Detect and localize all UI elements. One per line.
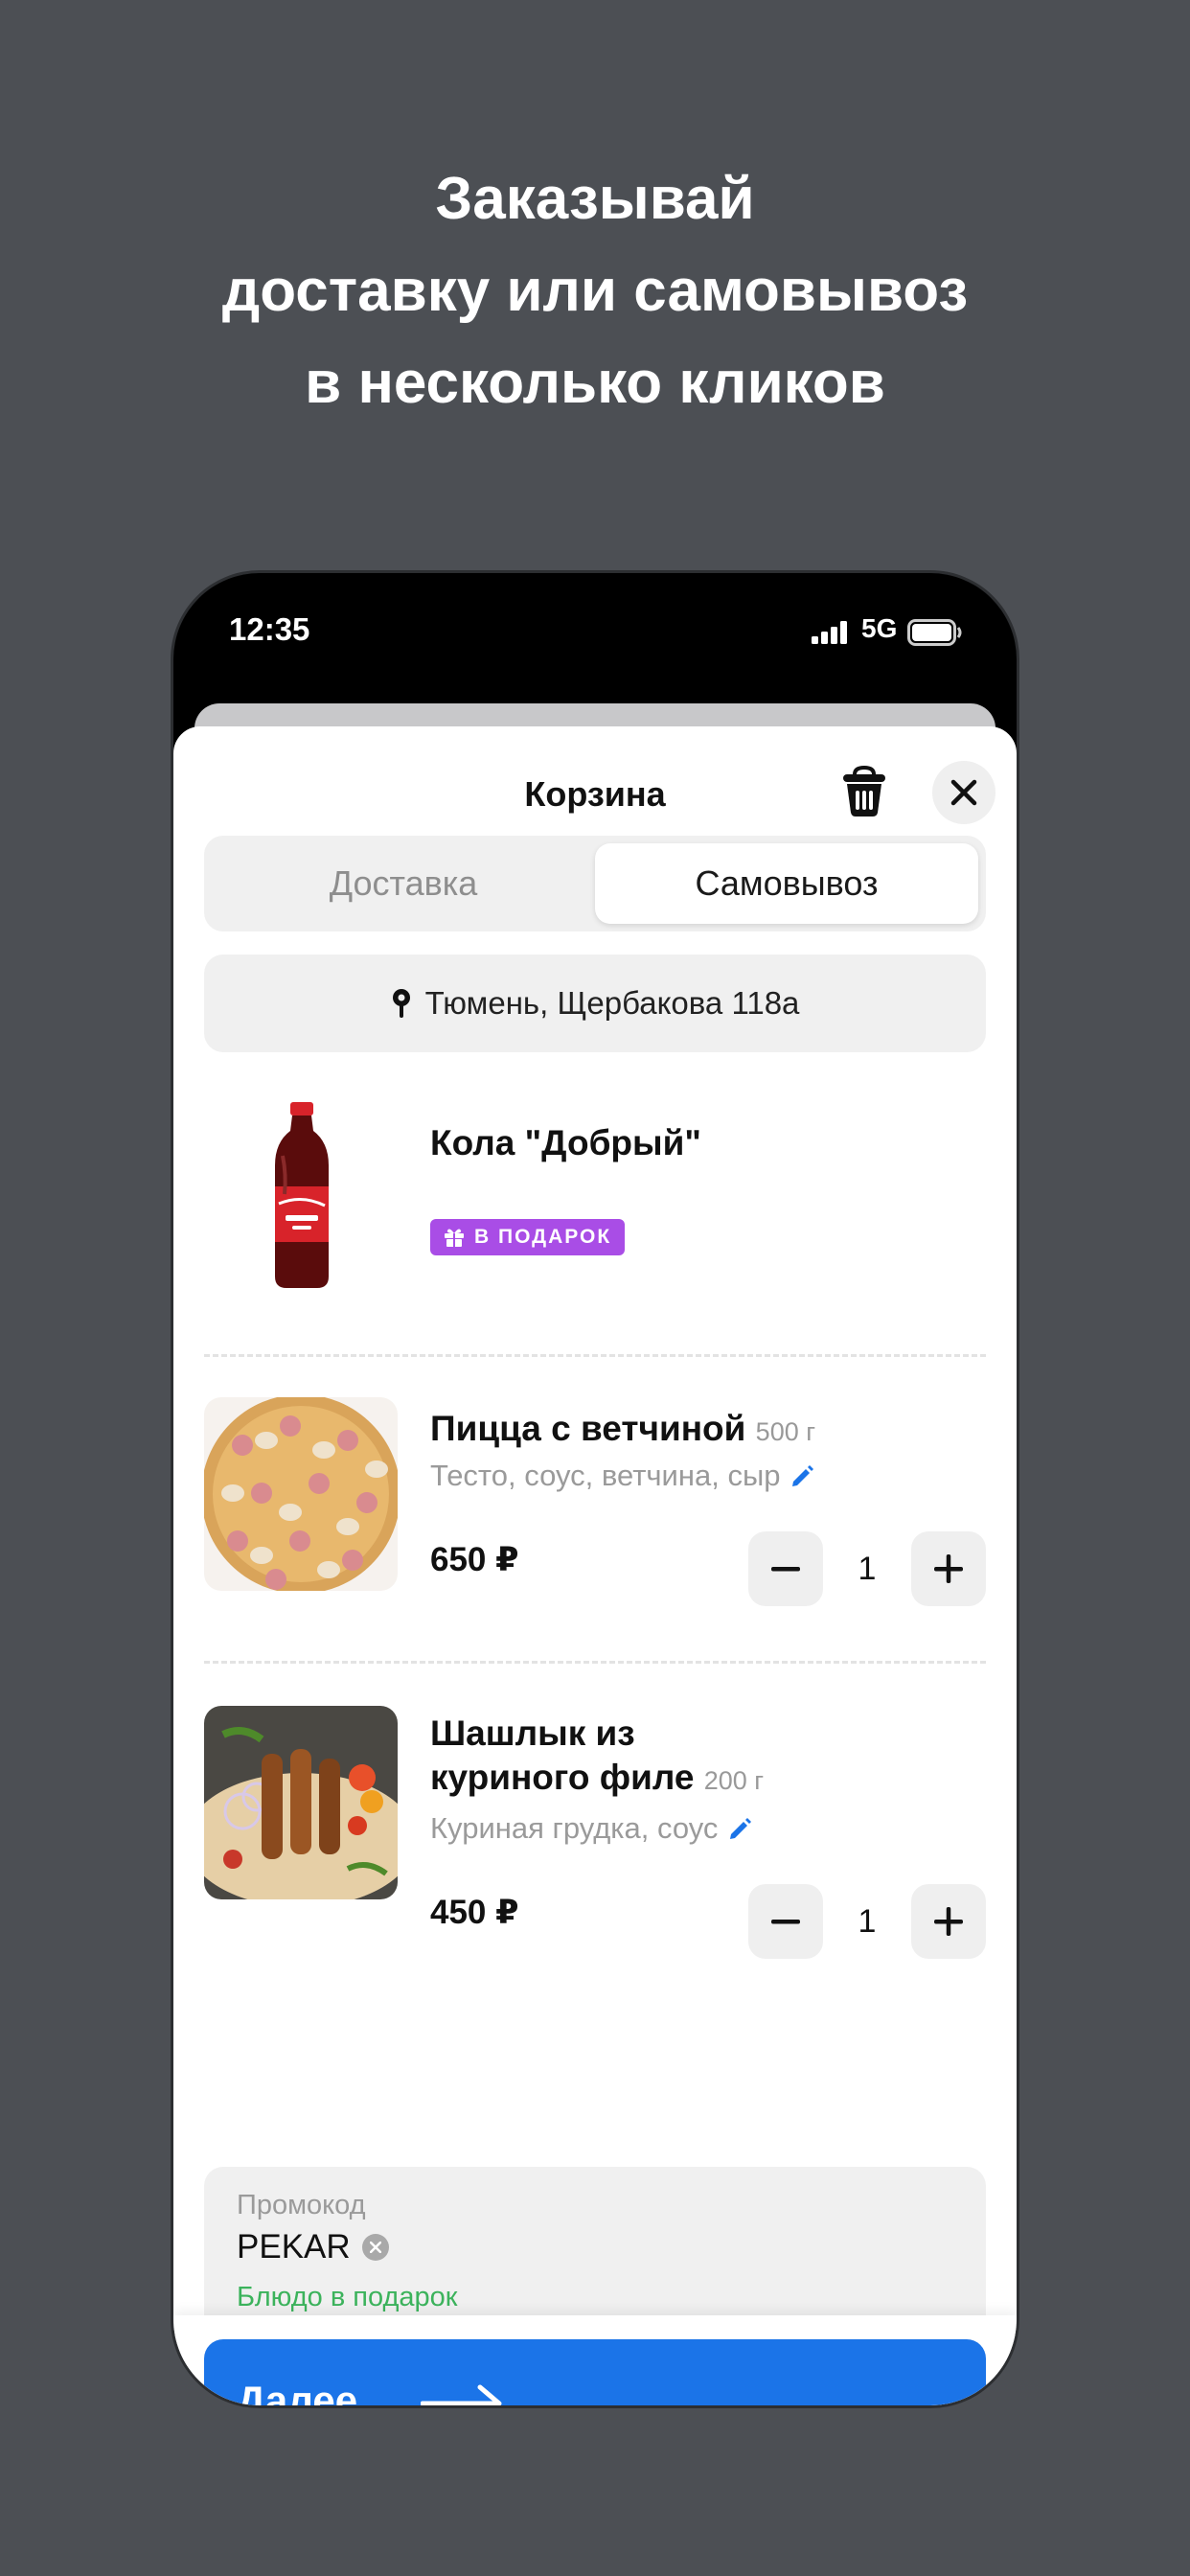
cart-item-description[interactable]: Куриная грудка, соус	[430, 1811, 752, 1846]
tab-delivery[interactable]: Доставка	[212, 843, 595, 924]
promo-result-note: Блюдо в подарок	[237, 2282, 458, 2312]
promo-code-label: Промокод	[237, 2190, 366, 2220]
signal-icon	[812, 621, 847, 644]
address-text: Тюмень, Щербакова 118а	[424, 985, 800, 1021]
pizza-description: Тесто, соус, ветчина, сыр	[430, 1459, 781, 1492]
quantity-value: 1	[858, 1903, 877, 1940]
tab-pickup[interactable]: Самовывоз	[595, 843, 978, 924]
item-divider	[204, 1661, 986, 1664]
arrow-right-icon	[421, 2384, 502, 2405]
increase-button[interactable]	[911, 1884, 986, 1959]
shashlik-image	[204, 1706, 398, 1899]
minus-icon	[771, 1567, 800, 1572]
promo-code-block[interactable]: Промокод PEKAR Блюдо в подарок	[204, 2167, 986, 2330]
cola-image	[204, 1098, 398, 1292]
shashlik-name-line-2: куриного филе	[430, 1758, 695, 1797]
cart-item-shashlik: Шашлык из куриного филе 200 г Куриная гр…	[204, 1706, 986, 1993]
headline-line-1: Заказывай	[435, 166, 755, 232]
pizza-image	[204, 1397, 398, 1591]
gift-badge-label: В ПОДАРОК	[474, 1226, 612, 1248]
pizza-name: Пицца с ветчиной	[430, 1409, 746, 1448]
cart-item-name: Кола "Добрый"	[430, 1123, 701, 1162]
phone-frame: 12:35 5G Корзина Доставка Самовывоз Тюме…	[173, 573, 1017, 2405]
close-button[interactable]	[932, 761, 995, 824]
minus-icon	[771, 1920, 800, 1924]
network-type: 5G	[861, 613, 898, 643]
status-bar: 12:35 5G	[173, 573, 1017, 688]
plus-icon	[934, 1907, 963, 1936]
cart-item-description[interactable]: Тесто, соус, ветчина, сыр	[430, 1459, 814, 1493]
clear-icon	[369, 2242, 381, 2253]
item-price: 650 ₽	[430, 1541, 519, 1578]
promo-code-value: PEKAR	[237, 2228, 351, 2266]
status-time: 12:35	[229, 611, 310, 647]
plus-icon	[934, 1554, 963, 1583]
quantity-stepper: 1	[748, 1531, 986, 1606]
battery-icon	[907, 619, 962, 646]
next-button-label: Далее	[237, 2378, 358, 2405]
gift-icon	[445, 1229, 464, 1247]
quantity-value: 1	[858, 1551, 877, 1587]
promo-headline: Заказывай доставку или самовывоз в неско…	[0, 153, 1190, 429]
item-price: 450 ₽	[430, 1894, 519, 1931]
cart-item-name: Шашлык из куриного филе 200 г	[430, 1712, 764, 1803]
clear-promo-button[interactable]	[361, 2234, 389, 2261]
cart-item-pizza: Пицца с ветчиной 500 г Тесто, соус, ветч…	[204, 1397, 986, 1646]
decrease-button[interactable]	[748, 1531, 823, 1606]
cart-item-cola: Кола "Добрый" В ПОДАРОК	[204, 1081, 986, 1311]
decrease-button[interactable]	[748, 1884, 823, 1959]
shashlik-weight: 200 г	[703, 1766, 765, 1795]
location-pin-icon	[392, 989, 410, 1018]
cart-sheet: Корзина Доставка Самовывоз Тюмень, Щерба…	[173, 726, 1017, 2405]
item-divider	[204, 1354, 986, 1357]
shashlik-name-line-1: Шашлык из	[430, 1714, 635, 1753]
cart-item-name: Пицца с ветчиной 500 г	[430, 1407, 815, 1454]
increase-button[interactable]	[911, 1531, 986, 1606]
headline-line-3: в несколько кликов	[305, 350, 885, 416]
quantity-stepper: 1	[748, 1884, 986, 1959]
headline-line-2: доставку или самовывоз	[221, 258, 969, 324]
pizza-weight: 500 г	[755, 1417, 816, 1446]
page-title: Корзина	[524, 774, 666, 814]
gift-badge: В ПОДАРОК	[430, 1219, 626, 1255]
edit-icon	[792, 1465, 814, 1486]
shashlik-description: Куриная грудка, соус	[430, 1811, 719, 1845]
next-button[interactable]: Далее	[204, 2339, 986, 2405]
pickup-address[interactable]: Тюмень, Щербакова 118а	[204, 954, 986, 1052]
delivery-mode-switch: Доставка Самовывоз	[204, 836, 986, 932]
close-icon	[950, 779, 977, 806]
edit-icon	[730, 1818, 752, 1839]
clear-cart-button[interactable]	[840, 765, 888, 818]
promo-code-field: PEKAR	[237, 2228, 389, 2266]
trash-icon	[843, 765, 885, 816]
